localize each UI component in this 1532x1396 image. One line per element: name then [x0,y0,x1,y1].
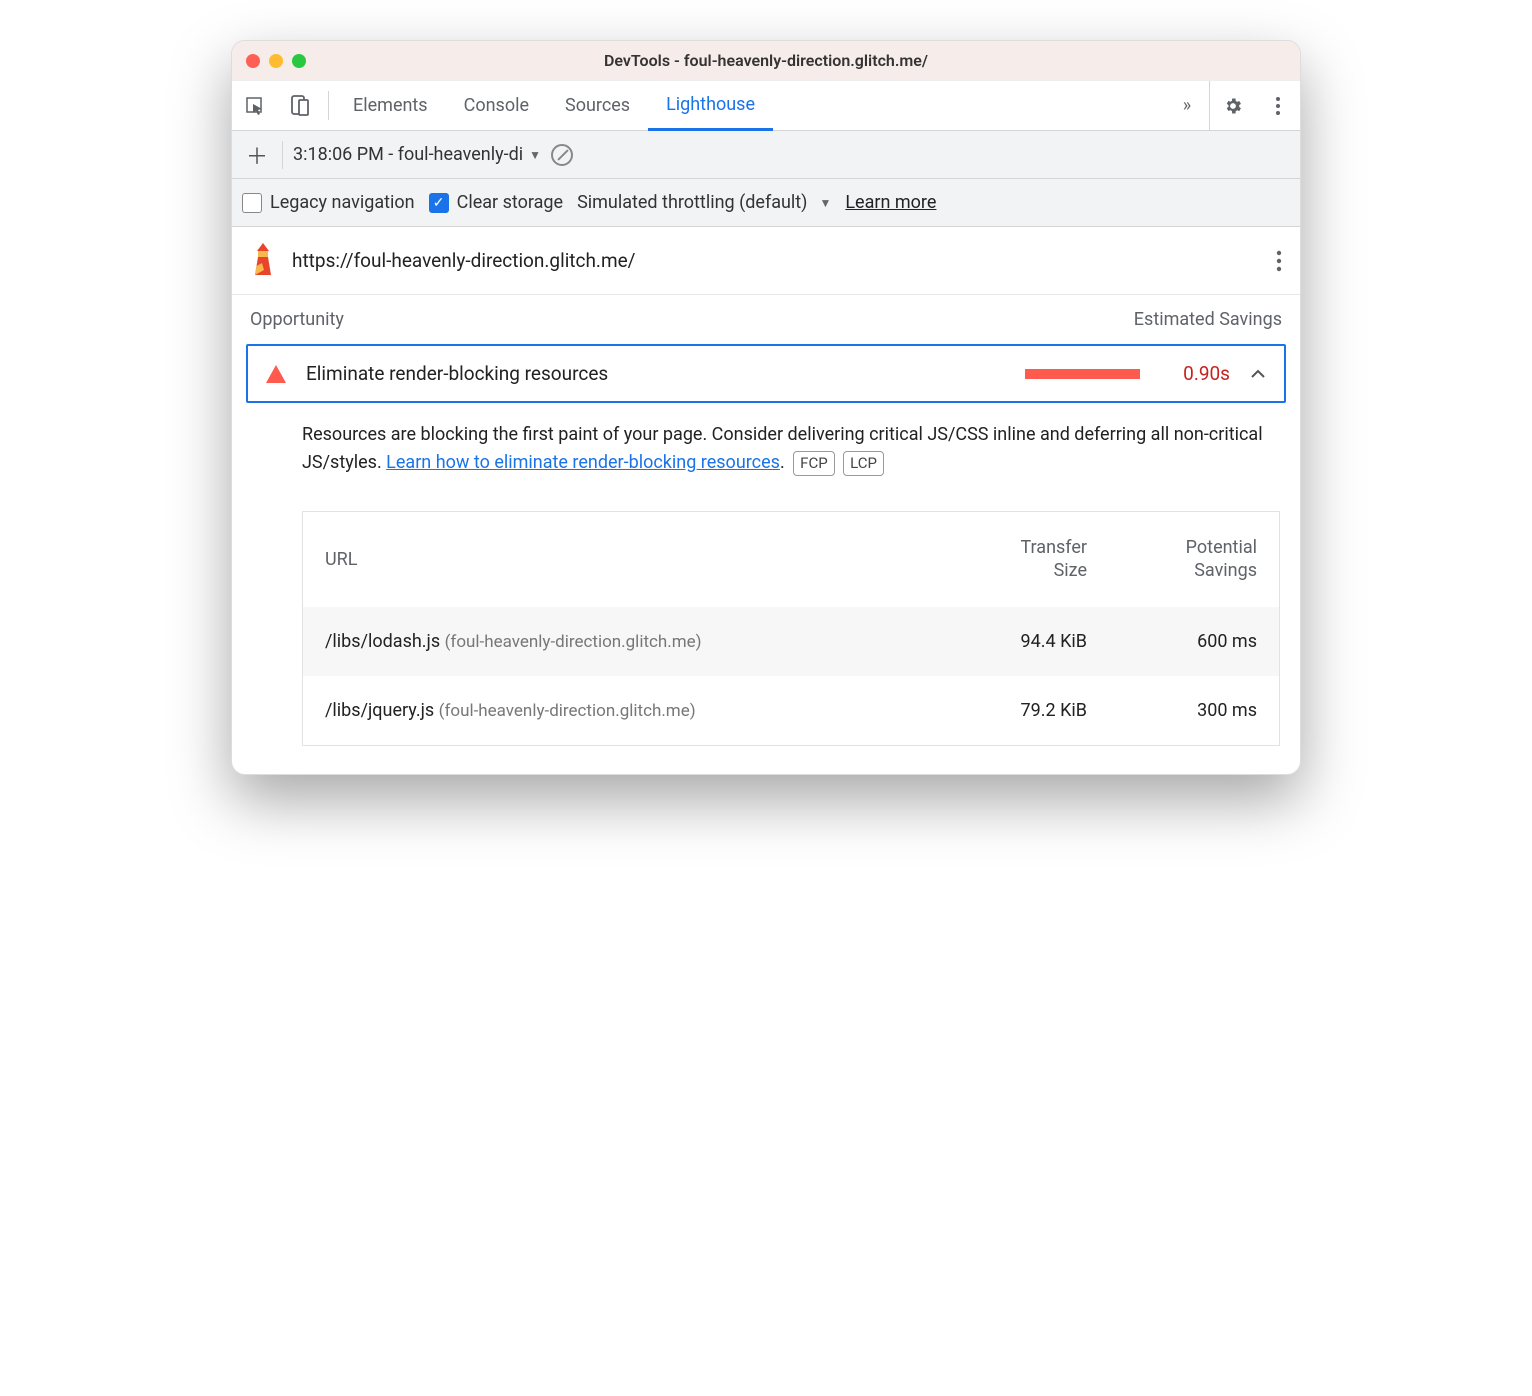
resource-path[interactable]: /libs/lodash.js [325,631,440,652]
chip-lcp: LCP [843,451,884,476]
legacy-label: Legacy navigation [270,192,415,213]
clear-label: Clear storage [457,192,563,213]
right-icons [1209,81,1300,130]
report-url: https://foul-heavenly-direction.glitch.m… [292,249,1260,272]
checkbox-checked-icon [429,193,449,213]
learn-more-link[interactable]: Learn more [845,192,936,213]
opportunity-label: Opportunity [250,309,344,330]
col-savings: PotentialSavings [1087,536,1257,583]
audit-render-blocking[interactable]: Eliminate render-blocking resources 0.90… [246,344,1286,403]
warning-triangle-icon [266,365,286,383]
throttling-selector[interactable]: Simulated throttling (default) ▼ [577,192,831,213]
legacy-navigation-checkbox[interactable]: Legacy navigation [242,192,415,213]
tabs: Elements Console Sources Lighthouse [335,81,1165,130]
savings-label: Estimated Savings [1134,309,1282,330]
kebab-icon[interactable] [1255,96,1300,116]
device-toggle-icon[interactable] [277,81,322,130]
maximize-icon[interactable] [292,54,306,68]
resources-table: URL TransferSize PotentialSavings /libs/… [302,511,1280,746]
checkbox-icon [242,193,262,213]
audit-learn-link[interactable]: Learn how to eliminate render-blocking r… [386,452,780,473]
savings-bar [1025,369,1140,379]
tab-lighthouse[interactable]: Lighthouse [648,81,773,131]
resource-path[interactable]: /libs/jquery.js [325,700,434,721]
report-selector-label: 3:18:06 PM - foul-heavenly-di [293,144,523,165]
audit-description: Resources are blocking the first paint o… [232,403,1300,481]
separator [282,141,283,169]
options-bar: Legacy navigation Clear storage Simulate… [232,179,1300,227]
resource-savings: 300 ms [1087,700,1257,721]
window-title: DevTools - foul-heavenly-direction.glitc… [232,51,1300,70]
table-row: /libs/jquery.js (foul-heavenly-direction… [303,676,1279,745]
chevron-up-icon[interactable] [1250,364,1266,383]
resource-size: 94.4 KiB [927,631,1087,652]
tab-console[interactable]: Console [446,81,547,130]
close-icon[interactable] [246,54,260,68]
separator [328,91,329,120]
chevron-down-icon: ▼ [529,148,541,162]
minimize-icon[interactable] [269,54,283,68]
devtools-window: DevTools - foul-heavenly-direction.glitc… [231,40,1301,775]
inspect-icon[interactable] [232,81,277,130]
lighthouse-icon [250,241,276,280]
new-report-button[interactable]: ＋ [242,140,272,170]
table-body: /libs/lodash.js (foul-heavenly-direction… [303,607,1279,745]
resource-savings: 600 ms [1087,631,1257,652]
report-selector[interactable]: 3:18:06 PM - foul-heavenly-di ▼ [293,144,541,165]
audit-title: Eliminate render-blocking resources [306,362,1005,385]
clear-storage-checkbox[interactable]: Clear storage [429,192,563,213]
tab-sources[interactable]: Sources [547,81,648,130]
report-url-bar: https://foul-heavenly-direction.glitch.m… [232,227,1300,295]
report-menu-icon[interactable] [1276,250,1282,272]
more-tabs-icon[interactable]: » [1165,81,1209,130]
resource-host: (foul-heavenly-direction.glitch.me) [439,701,696,721]
table-header: URL TransferSize PotentialSavings [303,512,1279,607]
resource-host: (foul-heavenly-direction.glitch.me) [445,632,702,652]
clear-icon[interactable] [551,144,573,166]
report-bar: ＋ 3:18:06 PM - foul-heavenly-di ▼ [232,131,1300,179]
throttling-label: Simulated throttling (default) [577,192,807,213]
titlebar: DevTools - foul-heavenly-direction.glitc… [232,41,1300,81]
tabs-bar: Elements Console Sources Lighthouse » [232,81,1300,131]
resource-size: 79.2 KiB [927,700,1087,721]
tab-elements[interactable]: Elements [335,81,446,130]
table-row: /libs/lodash.js (foul-heavenly-direction… [303,607,1279,676]
chip-fcp: FCP [793,451,835,476]
col-url: URL [325,549,927,570]
col-size: TransferSize [927,536,1087,583]
audit-value: 0.90s [1160,362,1230,385]
chevron-down-icon: ▼ [819,196,831,210]
opportunity-section-header: Opportunity Estimated Savings [232,295,1300,338]
gear-icon[interactable] [1210,96,1255,116]
traffic-lights [246,54,306,68]
